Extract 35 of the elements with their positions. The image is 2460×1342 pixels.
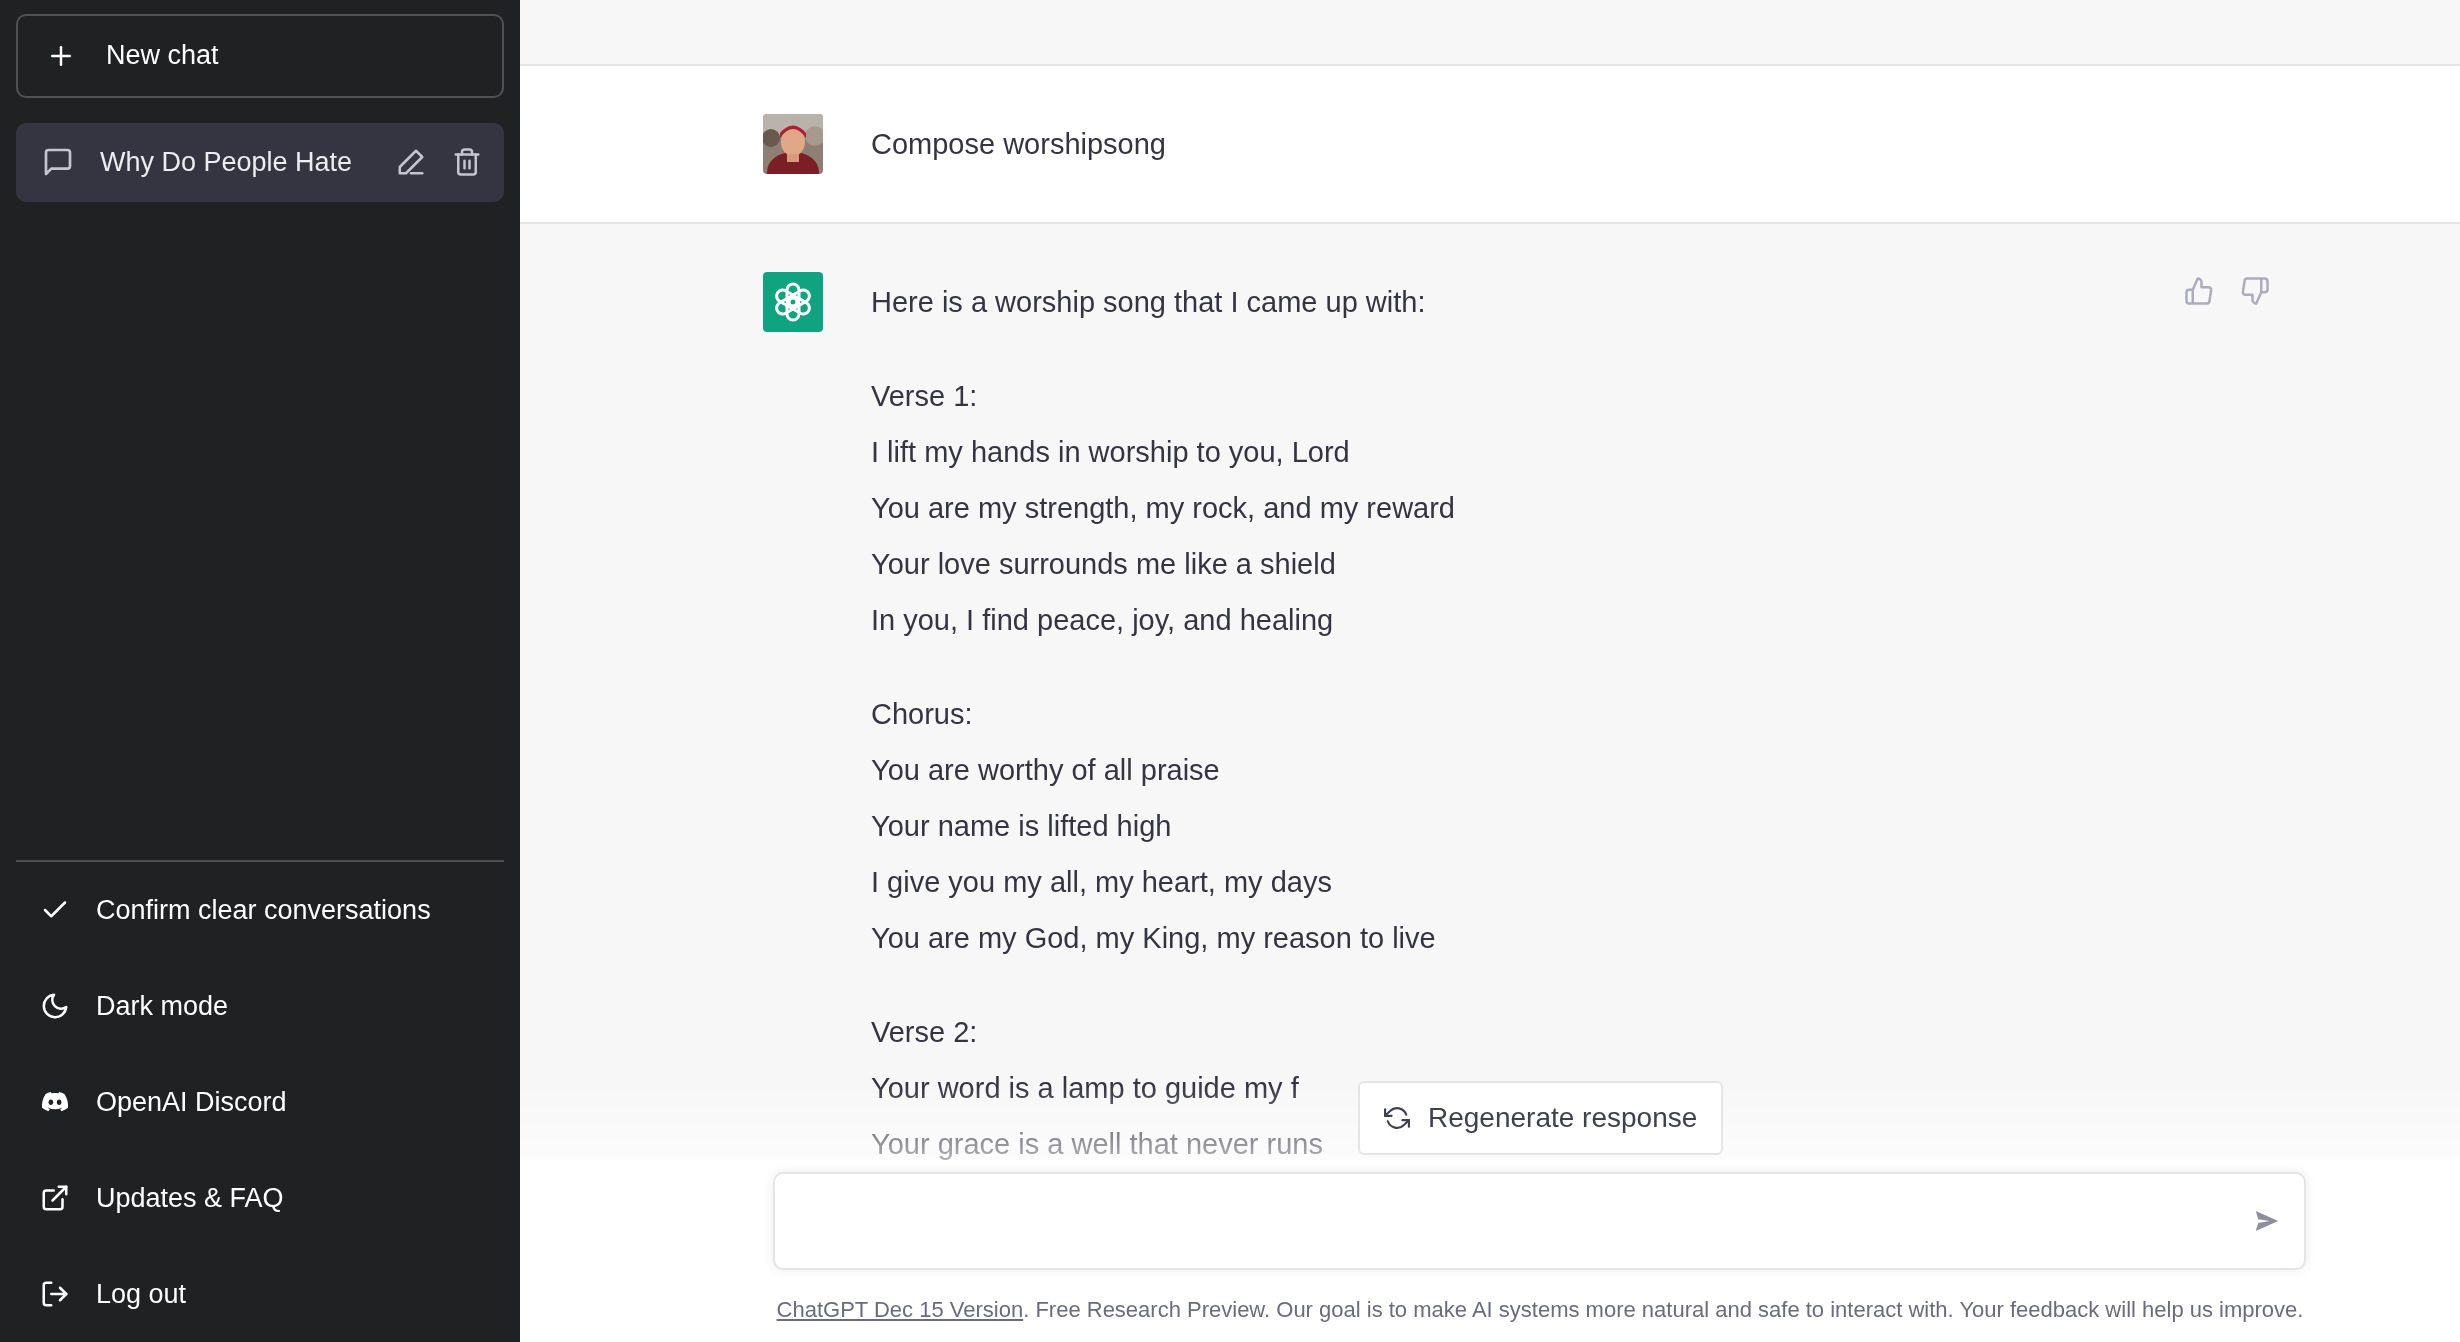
response-line: Your grace is a well that never runs xyxy=(871,1127,1323,1162)
response-line: Here is a worship song that I came up with: xyxy=(871,285,1426,320)
sidebar-menu-item[interactable]: Updates & FAQ xyxy=(16,1150,504,1246)
regenerate-button[interactable]: Regenerate response xyxy=(1358,1081,1724,1155)
sidebar-menu-item[interactable]: Log out xyxy=(16,1246,504,1342)
assistant-logo-icon xyxy=(763,272,823,332)
response-line: I lift my hands in worship to you, Lord xyxy=(871,435,1350,470)
response-line: You are my strength, my rock, and my reward xyxy=(871,491,1455,526)
sidebar-menu-item[interactable]: OpenAI Discord xyxy=(16,1054,504,1150)
sidebar-menu-item[interactable]: Confirm clear conversations xyxy=(16,862,504,958)
moon-icon xyxy=(40,991,70,1021)
response-line: Your name is lifted high xyxy=(871,809,1172,844)
logout-icon xyxy=(40,1279,70,1309)
new-chat-button[interactable]: New chat xyxy=(16,14,504,98)
edit-icon[interactable] xyxy=(396,147,426,178)
version-link[interactable]: ChatGPT Dec 15 Version xyxy=(776,1297,1024,1322)
thumbs-down-icon[interactable] xyxy=(2240,276,2270,306)
delete-icon[interactable] xyxy=(452,147,482,178)
conversation-item[interactable]: Why Do People Hate xyxy=(16,122,504,202)
user-message: Compose worshipsong xyxy=(871,127,1166,162)
response-line: Verse 2: xyxy=(871,1015,978,1050)
response-line: Verse 1: xyxy=(871,379,978,414)
response-line: I give you my all, my heart, my days xyxy=(871,865,1332,900)
response-line: Chorus: xyxy=(871,697,973,732)
sidebar-menu-item[interactable]: Dark mode xyxy=(16,958,504,1054)
message-input[interactable] xyxy=(773,1172,2306,1270)
response-line: You are my God, my King, my reason to live xyxy=(871,921,1436,956)
response-line: In you, I find peace, joy, and healing xyxy=(871,603,1334,638)
thumbs-up-icon[interactable] xyxy=(2184,276,2214,306)
response-line: Your love surrounds me like a shield xyxy=(871,547,1336,582)
refresh-icon xyxy=(1384,1105,1410,1131)
footer-note: ChatGPT Dec 15 Version. Free Research Preview. Our goal is to make AI systems more natural and safe to interact with. Your feedback will help us improve. xyxy=(776,1297,2304,1323)
external-link-icon xyxy=(40,1183,70,1213)
response-line: Your word is a lamp to guide my f xyxy=(871,1071,1299,1106)
response-line: You are worthy of all praise xyxy=(871,753,1220,788)
